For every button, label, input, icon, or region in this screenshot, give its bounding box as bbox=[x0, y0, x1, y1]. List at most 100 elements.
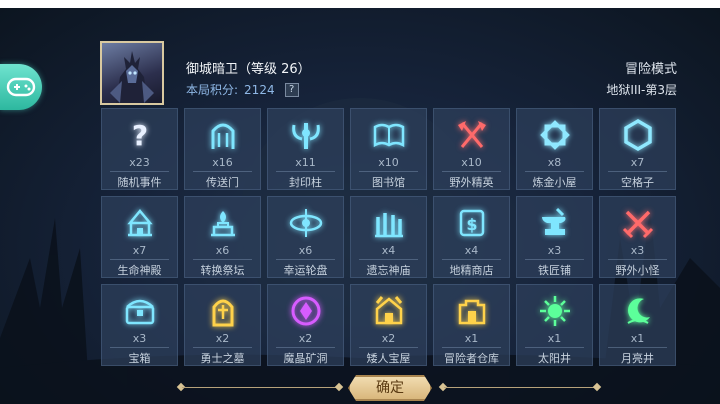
tile-sun[interactable]: x1 太阳井 bbox=[516, 284, 593, 366]
tile-name: 月亮井 bbox=[621, 352, 654, 365]
tile-divider bbox=[525, 347, 584, 348]
tile-divider bbox=[193, 171, 252, 172]
tile-divider bbox=[359, 171, 418, 172]
tile-count: x6 bbox=[215, 244, 230, 257]
tile-divider bbox=[525, 259, 584, 260]
tile-chest[interactable]: x3 宝箱 bbox=[101, 284, 178, 366]
score-label: 本局积分: bbox=[186, 83, 239, 97]
tile-divider bbox=[525, 171, 584, 172]
confirm-button[interactable]: 确定 bbox=[348, 375, 432, 401]
tile-count: x1 bbox=[630, 332, 645, 345]
tile-count: x7 bbox=[630, 156, 645, 169]
tile-name: 地精商店 bbox=[449, 264, 494, 277]
tile-count: x10 bbox=[378, 156, 399, 169]
divider-line-right bbox=[444, 387, 596, 388]
tile-divider bbox=[110, 259, 169, 260]
tile-name: 遗忘神庙 bbox=[366, 264, 411, 277]
crystal-cave-icon bbox=[288, 293, 324, 329]
tile-name: 野外小怪 bbox=[615, 264, 660, 277]
tile-shop[interactable]: $ x4 地精商店 bbox=[433, 196, 510, 278]
tile-dwarf-house[interactable]: x2 矮人宝屋 bbox=[350, 284, 427, 366]
top-strip bbox=[0, 0, 720, 8]
tile-divider bbox=[608, 347, 667, 348]
tile-count: x7 bbox=[132, 244, 147, 257]
floor-label: 地狱III-第3层 bbox=[606, 83, 677, 97]
divider-line-left bbox=[182, 387, 337, 388]
tile-divider bbox=[359, 259, 418, 260]
tile-divider bbox=[110, 171, 169, 172]
score-value: 2124 bbox=[244, 82, 275, 97]
sun-icon bbox=[537, 293, 573, 329]
tile-name: 转换祭坛 bbox=[200, 264, 245, 277]
avatar bbox=[100, 41, 164, 105]
svg-text:$: $ bbox=[466, 215, 477, 234]
help-button[interactable]: ? bbox=[284, 82, 299, 97]
tile-crossed-axes[interactable]: x10 野外精英 bbox=[433, 108, 510, 190]
chest-icon bbox=[122, 293, 158, 329]
tile-portal[interactable]: x16 传送门 bbox=[184, 108, 261, 190]
tile-count: x10 bbox=[461, 156, 482, 169]
wheel-icon bbox=[288, 205, 324, 241]
tile-divider bbox=[442, 347, 501, 348]
tile-count: x2 bbox=[381, 332, 396, 345]
tile-name: 勇士之墓 bbox=[200, 352, 245, 365]
tile-count: x16 bbox=[212, 156, 233, 169]
tile-divider bbox=[608, 171, 667, 172]
tile-book[interactable]: x10 图书馆 bbox=[350, 108, 427, 190]
game-mode: 冒险模式 bbox=[624, 62, 677, 77]
tile-count: x8 bbox=[547, 156, 562, 169]
tile-count: x2 bbox=[215, 332, 230, 345]
gamepad-icon bbox=[6, 77, 36, 97]
tile-divider bbox=[276, 347, 335, 348]
divider-ornament bbox=[334, 382, 344, 392]
tile-temple[interactable]: x7 生命神殿 bbox=[101, 196, 178, 278]
player-name: 御城暗卫（等级 26） bbox=[186, 62, 311, 77]
tile-crystal-cave[interactable]: x2 魔晶矿洞 bbox=[267, 284, 344, 366]
tomb-icon bbox=[205, 293, 241, 329]
tile-hexagon[interactable]: x7 空格子 bbox=[599, 108, 676, 190]
tile-wheel[interactable]: x6 幸运轮盘 bbox=[267, 196, 344, 278]
tile-question[interactable]: ? x23 随机事件 bbox=[101, 108, 178, 190]
tile-count: x2 bbox=[298, 332, 313, 345]
tile-name: 幸运轮盘 bbox=[283, 264, 328, 277]
tile-count: x6 bbox=[298, 244, 313, 257]
tile-name: 魔晶矿洞 bbox=[283, 352, 328, 365]
tile-name: 随机事件 bbox=[117, 176, 162, 189]
tile-divider bbox=[193, 259, 252, 260]
confirm-row: 确定 bbox=[0, 374, 720, 402]
tile-name: 传送门 bbox=[206, 176, 239, 189]
tile-anvil[interactable]: x3 铁匠铺 bbox=[516, 196, 593, 278]
moon-icon bbox=[620, 293, 656, 329]
tile-tomb[interactable]: x2 勇士之墓 bbox=[184, 284, 261, 366]
tile-alchemy-star[interactable]: x8 炼金小屋 bbox=[516, 108, 593, 190]
tile-divider bbox=[193, 347, 252, 348]
tile-name: 炼金小屋 bbox=[532, 176, 577, 189]
crossed-axes-icon bbox=[454, 117, 490, 153]
tile-ruins[interactable]: x4 遗忘神庙 bbox=[350, 196, 427, 278]
tile-warehouse[interactable]: x1 冒险者仓库 bbox=[433, 284, 510, 366]
tile-count: x4 bbox=[381, 244, 396, 257]
tile-name: 冒险者仓库 bbox=[444, 352, 499, 365]
altar-icon bbox=[205, 205, 241, 241]
tile-name: 太阳井 bbox=[538, 352, 571, 365]
warehouse-icon bbox=[454, 293, 490, 329]
tile-count: x3 bbox=[132, 332, 147, 345]
tile-crossed-swords[interactable]: x3 野外小怪 bbox=[599, 196, 676, 278]
tile-name: 生命神殿 bbox=[117, 264, 162, 277]
tile-divider bbox=[442, 171, 501, 172]
shop-icon: $ bbox=[454, 205, 490, 241]
hexagon-icon bbox=[620, 117, 656, 153]
anvil-icon bbox=[537, 205, 573, 241]
tile-divider bbox=[276, 171, 335, 172]
tile-count: x11 bbox=[295, 156, 316, 169]
tile-count: x23 bbox=[129, 156, 150, 169]
tile-altar[interactable]: x6 转换祭坛 bbox=[184, 196, 261, 278]
tile-name: 宝箱 bbox=[128, 352, 151, 365]
score-line: 本局积分: 2124 ? bbox=[186, 81, 299, 98]
tile-moon[interactable]: x1 月亮井 bbox=[599, 284, 676, 366]
tile-name: 图书馆 bbox=[372, 176, 405, 189]
divider-ornament bbox=[592, 382, 602, 392]
tile-seal-pillar[interactable]: x11 封印柱 bbox=[267, 108, 344, 190]
tile-count: x4 bbox=[464, 244, 479, 257]
tile-divider bbox=[276, 259, 335, 260]
